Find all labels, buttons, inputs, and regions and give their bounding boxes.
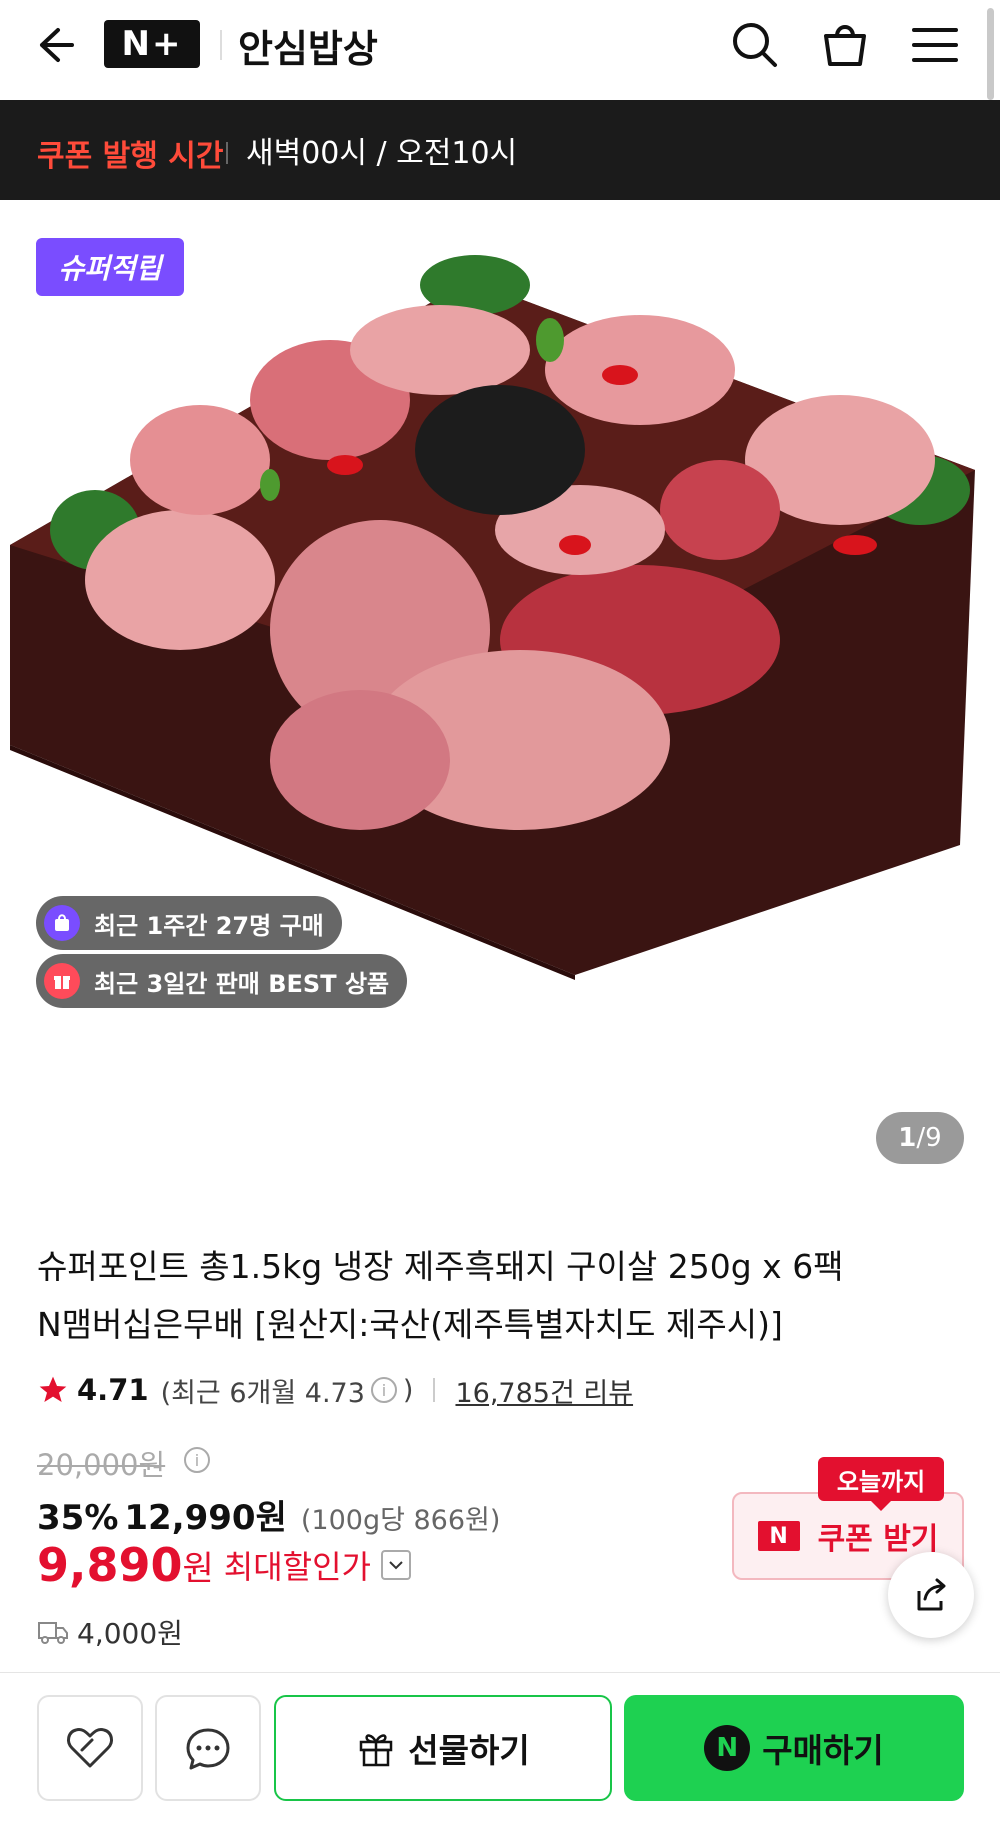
- header-divider: [220, 30, 222, 60]
- shopping-bag-icon: [44, 905, 80, 941]
- get-coupon-label: 쿠폰 받기: [817, 1522, 939, 1557]
- menu-icon[interactable]: [908, 18, 962, 72]
- search-icon[interactable]: [728, 18, 782, 72]
- heart-icon: [67, 1728, 113, 1768]
- gift-icon: [44, 963, 80, 999]
- discount-row: 35% 12,990원 (100g당 866원): [37, 1490, 500, 1539]
- sale-price: 12,990원: [124, 1498, 287, 1538]
- shipping-fee: 4,000원: [77, 1617, 183, 1650]
- recent-purchase-chip: 최근 1주간 27명 구매: [36, 896, 342, 950]
- product-image-carousel[interactable]: 슈퍼적립 최근 1주간 27명 구매 최근 3일간 판매 BEST 상품 1/9: [0, 200, 1000, 1198]
- share-icon: [917, 1578, 946, 1611]
- back-arrow-icon[interactable]: [28, 20, 78, 70]
- shopping-bag-icon[interactable]: [818, 18, 872, 72]
- product-title-line1: 슈퍼포인트 총1.5kg 냉장 제주흑돼지 구이살 250g x 6팩: [37, 1247, 844, 1286]
- info-icon[interactable]: i: [370, 1377, 397, 1403]
- top-header: N+ 안심밥상: [0, 0, 1000, 100]
- max-discount-won: 원: [182, 1548, 214, 1589]
- page-current: 1: [898, 1123, 917, 1153]
- max-discount-price: 9,890: [37, 1538, 183, 1592]
- coupon-bar-divider: [226, 142, 228, 164]
- bottom-action-bar: 선물하기 N 구매하기: [0, 1672, 1000, 1823]
- page-total: /9: [916, 1123, 942, 1153]
- coupon-time-bar: 쿠폰 발행 시간 새벽00시 / 오전10시: [0, 100, 1000, 200]
- price-info-icon[interactable]: i: [184, 1447, 210, 1473]
- naver-pay-icon: N: [704, 1725, 751, 1771]
- super-points-badge: 슈퍼적립: [36, 238, 184, 296]
- best-seller-chip: 최근 3일간 판매 BEST 상품: [36, 954, 408, 1008]
- product-photo: [10, 255, 975, 980]
- star-icon: [39, 1376, 67, 1402]
- naver-n-icon: N: [757, 1521, 800, 1551]
- recent-rating-close: ): [402, 1374, 414, 1406]
- gift-button[interactable]: 선물하기: [274, 1695, 612, 1801]
- chat-inquiry-button[interactable]: [155, 1695, 261, 1801]
- product-title-line2: N맴버십은무배 [원산지:국산(제주특별자치도 제주시)]: [37, 1305, 783, 1344]
- buy-button[interactable]: N 구매하기: [624, 1695, 964, 1801]
- original-price-value: 20,000원: [37, 1448, 166, 1482]
- scrollbar[interactable]: [987, 8, 994, 100]
- original-price: 20,000원: [37, 1442, 165, 1484]
- discount-percent: 35%: [37, 1498, 119, 1538]
- shipping-row: 4,000원: [37, 1612, 183, 1652]
- chat-icon: [186, 1728, 230, 1770]
- share-button[interactable]: [888, 1552, 974, 1638]
- recent-purchase-text: 최근 1주간 27명 구매: [94, 911, 324, 940]
- gift-icon: [360, 1734, 393, 1767]
- max-discount-label: 최대할인가: [223, 1548, 371, 1586]
- until-today-tag: 오늘까지: [818, 1457, 944, 1511]
- naver-plus-logo[interactable]: N+: [104, 20, 200, 68]
- image-page-counter: 1/9: [876, 1112, 964, 1164]
- store-name[interactable]: 안심밥상: [238, 18, 378, 73]
- recent-rating: (최근 6개월 4.73: [160, 1377, 365, 1409]
- coupon-time-value: 새벽00시 / 오전10시: [246, 136, 518, 171]
- rating-row: 4.71 (최근 6개월 4.73 i ) 16,785건 리뷰: [37, 1368, 633, 1412]
- gift-label: 선물하기: [408, 1731, 530, 1770]
- max-discount-row[interactable]: 9,890 원 최대할인가: [37, 1538, 411, 1592]
- best-seller-text: 최근 3일간 판매 BEST 상품: [94, 969, 390, 998]
- review-count-link[interactable]: 16,785건 리뷰: [455, 1371, 633, 1410]
- rating-score: 4.71: [77, 1373, 149, 1407]
- wishlist-button[interactable]: [37, 1695, 143, 1801]
- delivery-truck-icon: [38, 1622, 68, 1644]
- unit-price: (100g당 866원): [300, 1505, 501, 1536]
- chevron-down-icon[interactable]: [381, 1550, 411, 1580]
- buy-label: 구매하기: [762, 1731, 884, 1770]
- rating-divider: [433, 1378, 436, 1402]
- product-title: 슈퍼포인트 총1.5kg 냉장 제주흑돼지 구이살 250g x 6팩 N맴버십…: [37, 1238, 937, 1354]
